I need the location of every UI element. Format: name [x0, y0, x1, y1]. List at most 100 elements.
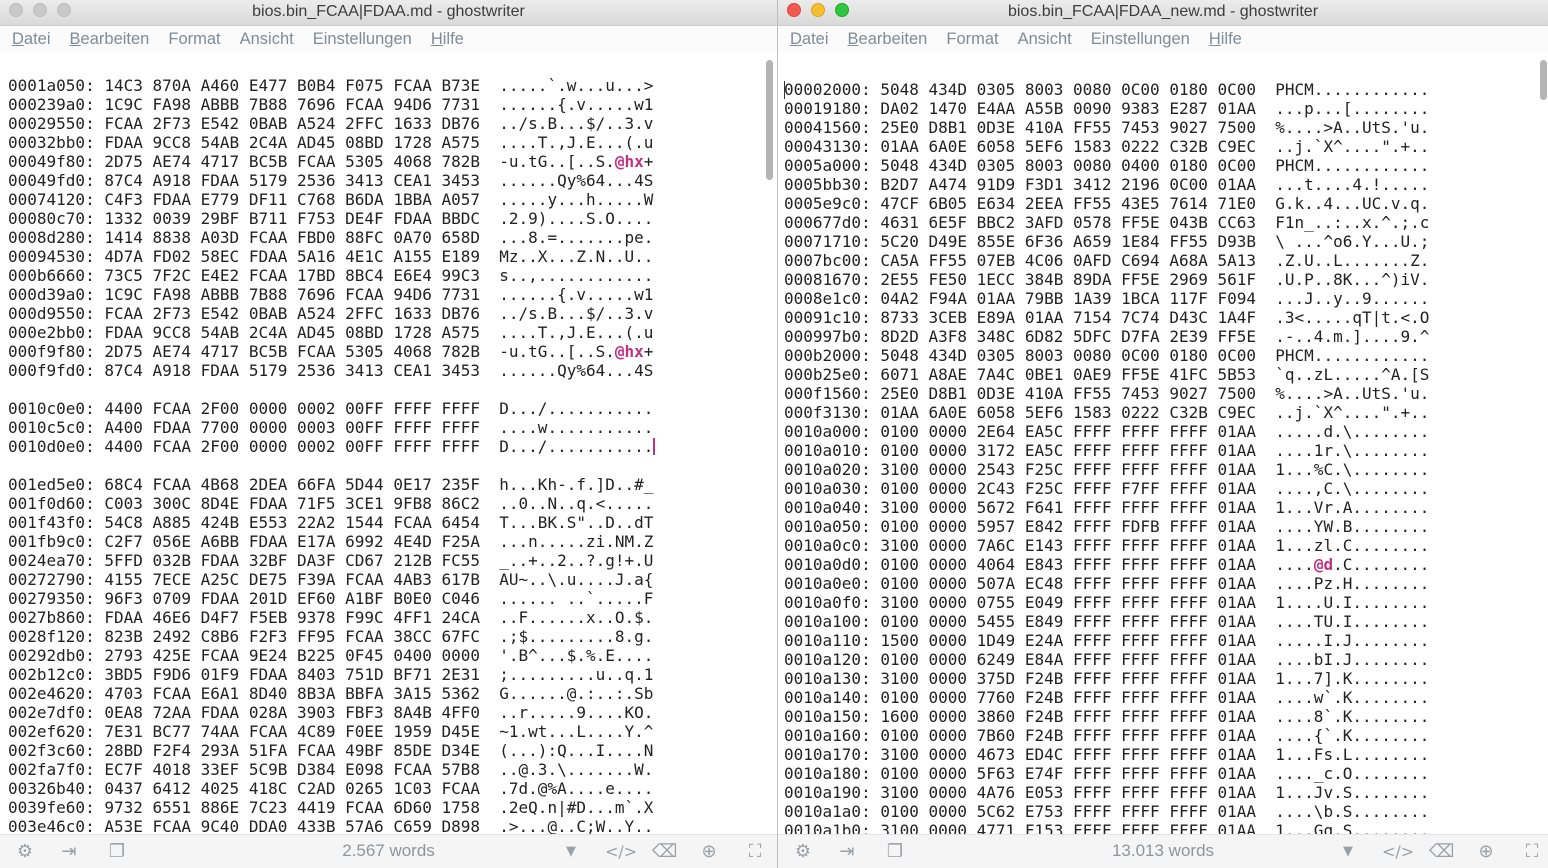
text-content[interactable]: 0001a050: 14C3 870A A460 E477 B0B4 F075 … — [8, 76, 656, 834]
hex-line: 002fa7f0: EC7F 4018 33EF 5C9B D384 E098 … — [8, 760, 654, 779]
hex-line: 0005a000: 5048 434D 0305 8003 0080 0400 … — [784, 156, 1430, 175]
hex-line: 00002000: 5048 434D 0305 8003 0080 0C00 … — [784, 80, 1430, 99]
hex-line: 00071710: 5C20 D49E 855E 6F36 A659 1E84 … — [784, 232, 1430, 251]
menu-datei[interactable]: Datei — [790, 30, 829, 49]
hex-line: 000997b0: 8D2D A3F8 348C 6D82 5DFC D7FA … — [784, 327, 1430, 346]
dropdown-triangle-icon[interactable]: ▼ — [560, 841, 582, 863]
code-icon[interactable]: </> — [605, 841, 637, 863]
hex-line: 0010a190: 3100 0000 4A76 E053 FFFF FFFF … — [784, 783, 1430, 802]
hex-line: 0008e1c0: 04A2 F94A 01AA 79BB 1A39 1BCA … — [784, 289, 1430, 308]
search-highlight: @hx — [614, 152, 644, 171]
hex-line: 0010a130: 3100 0000 375D F24B FFFF FFFF … — [784, 669, 1430, 688]
right-editor-window: bios.bin_FCAA|FDAA_new.md - ghostwriter … — [778, 0, 1548, 868]
title-bar: bios.bin_FCAA|FDAA_new.md - ghostwriter — [778, 0, 1548, 26]
hex-line: 00326b40: 0437 6412 4025 418C C2AD 0265 … — [8, 779, 654, 798]
hex-line: 001ed5e0: 68C4 FCAA 4B68 2DEA 66FA 5D44 … — [8, 475, 654, 494]
crosshair-icon[interactable]: ⊕ — [1475, 841, 1497, 863]
hex-line: 003e46c0: A53E FCAA 9C40 DDA0 433B 57A6 … — [8, 817, 654, 834]
hex-line: 00041560: 25E0 D8B1 0D3E 410A FF55 7453 … — [784, 118, 1430, 137]
hex-line: 0010d0e0: 4400 FCAA 2F00 0000 0002 00FF … — [8, 437, 656, 456]
scrollbar[interactable] — [766, 60, 773, 180]
hex-line: 0027b860: FDAA 46E6 D4F7 F5EB 9378 F99C … — [8, 608, 654, 627]
hex-line: 000f1560: 25E0 D8B1 0D3E 410A FF55 7453 … — [784, 384, 1430, 403]
dropdown-triangle-icon[interactable]: ▼ — [1337, 841, 1359, 863]
text-content[interactable]: 00002000: 5048 434D 0305 8003 0080 0C00 … — [784, 80, 1429, 834]
hex-line: 0010a010: 0100 0000 3172 EA5C FFFF FFFF … — [784, 441, 1430, 460]
menu-hilfe[interactable]: Hilfe — [1209, 30, 1242, 49]
hex-line: 0010a020: 3100 0000 2543 F25C FFFF FFFF … — [784, 460, 1430, 479]
hex-line: 0010a1b0: 3100 0000 4771 F153 FFFF FFFF … — [784, 821, 1430, 834]
hex-line: 0010a040: 3100 0000 5672 F641 FFFF FFFF … — [784, 498, 1430, 517]
hex-line: 0010c0e0: 4400 FCAA 2F00 0000 0002 00FF … — [8, 399, 654, 418]
menu-datei[interactable]: Datei — [12, 30, 51, 49]
hex-line: 001f43f0: 54C8 A885 424B E553 22A2 1544 … — [8, 513, 654, 532]
hex-line: 0010a0f0: 3100 0000 0755 E049 FFFF FFFF … — [784, 593, 1430, 612]
hex-line: 000f3130: 01AA 6A0E 6058 5EF6 1583 0222 … — [784, 403, 1430, 422]
hex-line: 000239a0: 1C9C FA98 ABBB 7B88 7696 FCAA … — [8, 95, 654, 114]
window-title: bios.bin_FCAA|FDAA.md - ghostwriter — [252, 3, 525, 20]
hex-line: 00279350: 96F3 0709 FDAA 201D EF60 A1BF … — [8, 589, 654, 608]
code-icon[interactable]: </> — [1382, 841, 1414, 863]
hex-line: 0010a100: 0100 0000 5455 E849 FFFF FFFF … — [784, 612, 1430, 631]
hex-line: 00029550: FCAA 2F73 E542 0BAB A524 2FFC … — [8, 114, 654, 133]
hex-line: 0010a1a0: 0100 0000 5C62 E753 FFFF FFFF … — [784, 802, 1430, 821]
hex-line: 002b12c0: 3BD5 F9D6 01F9 FDAA 8403 751D … — [8, 665, 654, 684]
hex-line: 00094530: 4D7A FD02 58EC FDAA 5A16 4E1C … — [8, 247, 654, 266]
status-bar: ⚙ ⇥ ❐ 13.013 words ▼ </> ⌫ ⊕ ⛶ — [778, 834, 1548, 868]
left-editor-window: bios.bin_FCAA|FDAA.md - ghostwriter Date… — [0, 0, 777, 868]
menu-bar: Datei Bearbeiten Format Ansicht Einstell… — [778, 26, 1548, 52]
hex-line: 002e7df0: 0EA8 72AA FDAA 028A 3903 FBF3 … — [8, 703, 654, 722]
menu-einstellungen[interactable]: Einstellungen — [1091, 30, 1190, 49]
menu-hilfe[interactable]: Hilfe — [431, 30, 464, 49]
hex-line: 00080c70: 1332 0039 29BF B711 F753 DE4F … — [8, 209, 654, 228]
hex-line: 000b2000: 5048 434D 0305 8003 0080 0C00 … — [784, 346, 1430, 365]
hex-line: 0010a120: 0100 0000 6249 E84A FFFF FFFF … — [784, 650, 1430, 669]
editor-area[interactable]: 0001a050: 14C3 870A A460 E477 B0B4 F075 … — [0, 52, 777, 834]
editor-area[interactable]: 00002000: 5048 434D 0305 8003 0080 0C00 … — [778, 52, 1548, 834]
hex-line: 00091c10: 8733 3CEB E89A 01AA 7154 7C74 … — [784, 308, 1430, 327]
hex-line: 0005e9c0: 47CF 6B05 E634 2EEA FF55 43E5 … — [784, 194, 1430, 213]
menu-format[interactable]: Format — [946, 30, 998, 49]
menu-bearbeiten[interactable]: Bearbeiten — [848, 30, 928, 49]
hex-line: 000f9fd0: 87C4 A918 FDAA 5179 2536 3413 … — [8, 361, 654, 380]
hex-line: 0010a030: 0100 0000 2C43 F25C FFFF F7FF … — [784, 479, 1430, 498]
hex-line: 0007bc00: CA5A FF55 07EB 4C06 0AFD C694 … — [784, 251, 1430, 270]
hex-line: 0039fe60: 9732 6551 886E 7C23 4419 FCAA … — [8, 798, 654, 817]
hex-line: 00049fd0: 87C4 A918 FDAA 5179 2536 3413 … — [8, 171, 654, 190]
hex-line: 0010a110: 1500 0000 1D49 E24A FFFF FFFF … — [784, 631, 1430, 650]
menu-format[interactable]: Format — [168, 30, 220, 49]
hex-line: 002e4620: 4703 FCAA E6A1 8D40 8B3A BBFA … — [8, 684, 654, 703]
menu-einstellungen[interactable]: Einstellungen — [313, 30, 412, 49]
backspace-icon[interactable]: ⌫ — [652, 841, 677, 863]
title-bar: bios.bin_FCAA|FDAA.md - ghostwriter — [0, 0, 777, 26]
hex-line: 0010a0c0: 3100 0000 7A6C E143 FFFF FFFF … — [784, 536, 1430, 555]
hex-line: 0010a140: 0100 0000 7760 F24B FFFF FFFF … — [784, 688, 1430, 707]
menu-ansicht[interactable]: Ansicht — [240, 30, 294, 49]
hex-line: 0005bb30: B2D7 A474 91D9 F3D1 3412 2196 … — [784, 175, 1430, 194]
search-highlight: @d — [1313, 555, 1334, 574]
hex-line: 0010a050: 0100 0000 5957 E842 FFFF FDFB … — [784, 517, 1430, 536]
menu-ansicht[interactable]: Ansicht — [1018, 30, 1072, 49]
hex-line: 001fb9c0: C2F7 056E A6BB FDAA E17A 6992 … — [8, 532, 654, 551]
hex-line: 0010a180: 0100 0000 5F63 E74F FFFF FFFF … — [784, 764, 1430, 783]
hex-line: 0028f120: 823B 2492 C8B6 F2F3 FF95 FCAA … — [8, 627, 654, 646]
hex-line: 000f9f80: 2D75 AE74 4717 BC5B FCAA 5305 … — [8, 342, 654, 361]
fullscreen-icon[interactable]: ⛶ — [1521, 841, 1543, 863]
hex-line: 0001a050: 14C3 870A A460 E477 B0B4 F075 … — [8, 76, 654, 95]
crosshair-icon[interactable]: ⊕ — [698, 841, 720, 863]
hex-line: 000b6660: 73C5 7F2C E4E2 FCAA 17BD 8BC4 … — [8, 266, 654, 285]
fullscreen-icon[interactable]: ⛶ — [744, 841, 766, 863]
scrollbar[interactable] — [1540, 60, 1547, 100]
hex-line: 00043130: 01AA 6A0E 6058 5EF6 1583 0222 … — [784, 137, 1430, 156]
status-bar: ⚙ ⇥ ❐ 2.567 words ▼ </> ⌫ ⊕ ⛶ — [0, 834, 777, 868]
hex-line: 002ef620: 7E31 BC77 74AA FCAA 4C89 F0EE … — [8, 722, 654, 741]
menu-bearbeiten[interactable]: Bearbeiten — [70, 30, 150, 49]
hex-line: 00032bb0: FDAA 9CC8 54AB 2C4A AD45 08BD … — [8, 133, 654, 152]
hex-line: 00292db0: 2793 425E FCAA 9E24 B225 0F45 … — [8, 646, 654, 665]
hex-line: 00081670: 2E55 FE50 1ECC 384B 89DA FF5E … — [784, 270, 1430, 289]
hex-line: 0024ea70: 5FFD 032B FDAA 32BF DA3F CD67 … — [8, 551, 654, 570]
hex-line: 0010a0d0: 0100 0000 4064 E843 FFFF FFFF … — [784, 555, 1430, 574]
backspace-icon[interactable]: ⌫ — [1429, 841, 1454, 863]
